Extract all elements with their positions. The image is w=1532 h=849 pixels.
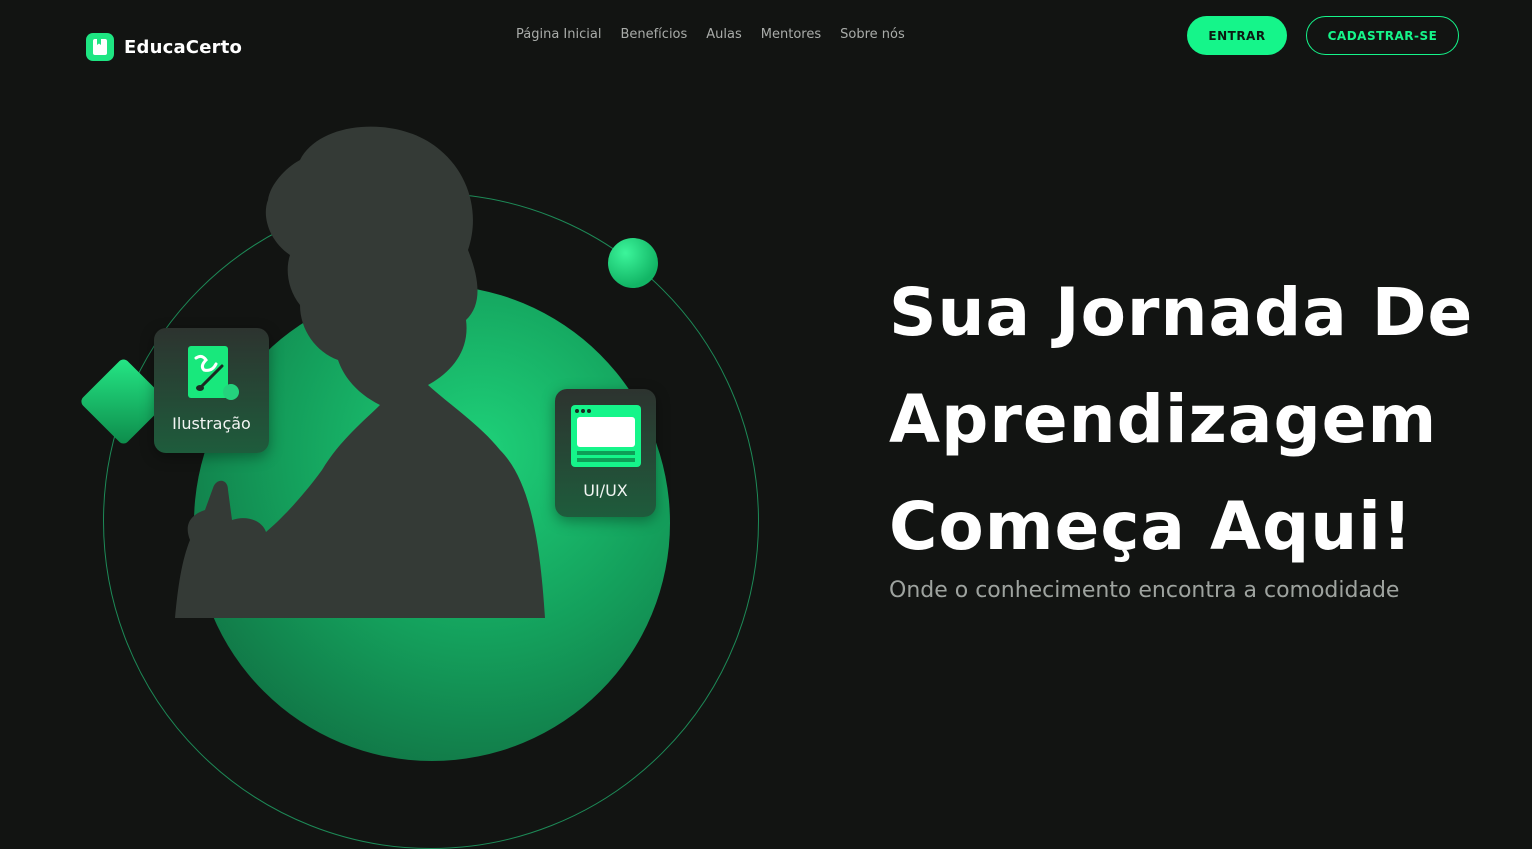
hero-title: Sua Jornada De Aprendizagem Começa Aqui! [889,259,1509,580]
hero-title-line-1: Sua Jornada De [889,274,1474,351]
signup-button[interactable]: CADASTRAR-SE [1306,16,1459,55]
browser-window-icon [570,403,641,473]
uiux-card: UI/UX [555,389,656,517]
person-silhouette [175,126,545,618]
illustration-icon [184,344,240,406]
illustration-label: Ilustração [172,414,251,433]
hero-title-line-2: Aprendizagem [889,381,1438,458]
uiux-label: UI/UX [583,481,628,500]
hero-title-line-3: Começa Aqui! [889,488,1413,565]
hero-illustration: Ilustração UI/UX [0,0,860,849]
login-button[interactable]: ENTRAR [1187,16,1287,55]
illustration-card: Ilustração [154,328,269,453]
hero-subtitle: Onde o conhecimento encontra a comodidad… [889,578,1400,603]
